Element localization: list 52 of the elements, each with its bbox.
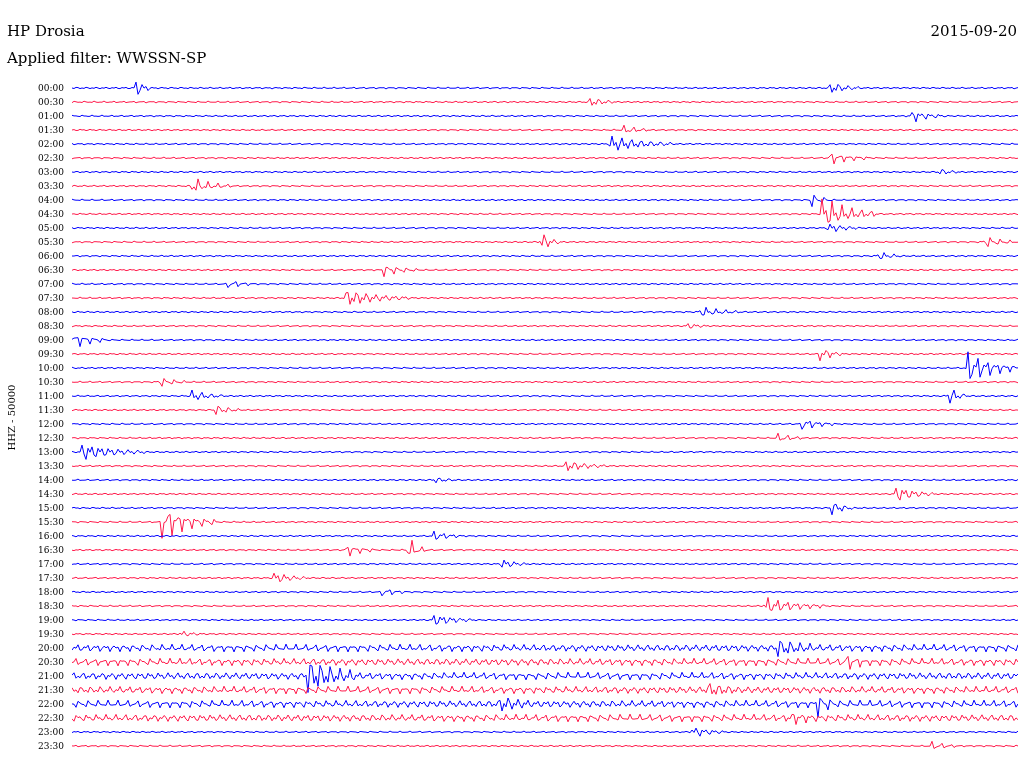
time-label: 21:30	[38, 684, 64, 697]
time-label: 08:00	[38, 306, 64, 319]
time-label: 07:00	[38, 278, 64, 291]
axis-label: HHZ - 50000	[5, 384, 19, 450]
time-label: 09:30	[38, 348, 64, 361]
time-label: 19:00	[38, 614, 64, 627]
time-label: 12:00	[38, 418, 64, 431]
time-label: 09:00	[38, 334, 64, 347]
time-label: 15:00	[38, 502, 64, 515]
time-label: 20:30	[38, 656, 64, 669]
time-label: 23:00	[38, 726, 64, 739]
time-label: 04:00	[38, 194, 64, 207]
time-label: 17:30	[38, 572, 64, 585]
time-label: 18:00	[38, 586, 64, 599]
time-label: 03:00	[38, 166, 64, 179]
time-label: 05:00	[38, 222, 64, 235]
time-label: 00:30	[38, 96, 64, 109]
time-label: 22:00	[38, 698, 64, 711]
time-label: 20:00	[38, 642, 64, 655]
time-label: 10:00	[38, 362, 64, 375]
time-label: 17:00	[38, 558, 64, 571]
station-name: HP Drosia	[7, 21, 85, 42]
time-label: 11:30	[38, 404, 64, 417]
time-label: 15:30	[38, 516, 64, 529]
time-label: 18:30	[38, 600, 64, 613]
time-label: 12:30	[38, 432, 64, 445]
time-label: 16:30	[38, 544, 64, 557]
time-label: 04:30	[38, 208, 64, 221]
time-label: 13:00	[38, 446, 64, 459]
time-label: 06:30	[38, 264, 64, 277]
time-label: 14:00	[38, 474, 64, 487]
time-label: 10:30	[38, 376, 64, 389]
time-label: 05:30	[38, 236, 64, 249]
time-label: 16:00	[38, 530, 64, 543]
time-label: 03:30	[38, 180, 64, 193]
time-label: 01:00	[38, 110, 64, 123]
time-label: 13:30	[38, 460, 64, 473]
time-label: 00:00	[38, 82, 64, 95]
time-label: 08:30	[38, 320, 64, 333]
filter-label: Applied filter: WWSSN-SP	[7, 49, 207, 67]
time-label: 07:30	[38, 292, 64, 305]
time-label: 02:30	[38, 152, 64, 165]
time-label: 11:00	[38, 390, 64, 403]
time-label: 06:00	[38, 250, 64, 263]
time-label: 23:30	[38, 740, 64, 753]
time-label: 21:00	[38, 670, 64, 683]
date-label: 2015-09-20	[930, 21, 1017, 42]
time-label: 01:30	[38, 124, 64, 137]
time-label: 02:00	[38, 138, 64, 151]
time-label: 14:30	[38, 488, 64, 501]
time-label: 19:30	[38, 628, 64, 641]
time-label: 22:30	[38, 712, 64, 725]
